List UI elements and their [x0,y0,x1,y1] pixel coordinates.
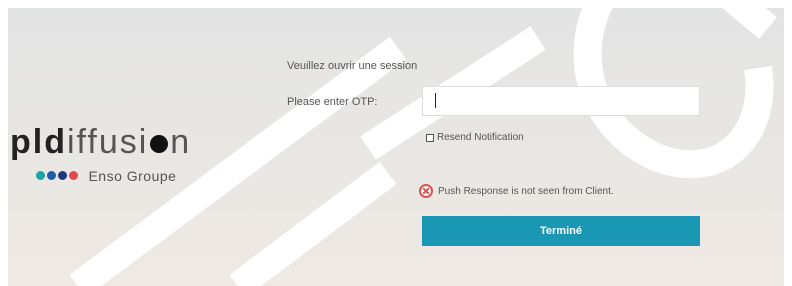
otp-label: Please enter OTP: [287,96,378,108]
logo-subtitle-text: Enso Groupe [88,167,177,184]
logo-dot-3-icon [58,171,67,181]
error-circle-x-icon [419,184,433,198]
pldiffusion-logo: pldiffusi n Enso Groupe [10,124,240,188]
error-message: Push Response is not seen from Client. [419,184,614,198]
form-title: Veuillez ouvrir une session [287,60,418,72]
submit-button[interactable]: Terminé [422,216,700,246]
logo-wordmark-part3: n [170,123,192,161]
resend-notification-option[interactable]: Resend Notification [426,132,524,143]
error-message-text: Push Response is not seen from Client. [438,185,614,197]
text-cursor [435,93,436,108]
logo-subtitle: Enso Groupe [36,167,177,184]
logo-dot-2-icon [47,171,56,181]
resend-notification-checkbox[interactable] [426,133,434,142]
logo-dot-4-icon [69,171,78,181]
logo-dot-1-icon [36,171,45,181]
resend-notification-label: Resend Notification [437,132,524,143]
logo-wordmark-part2: iffusi [66,123,149,161]
otp-input[interactable] [422,86,700,116]
login-panel: pldiffusi n Enso Groupe Veuillez ouvrir u… [8,8,784,286]
logo-wordmark: pldiffusi n [10,124,191,160]
logo-dot-icon [150,135,169,154]
logo-wordmark-part1: pld [10,123,67,161]
